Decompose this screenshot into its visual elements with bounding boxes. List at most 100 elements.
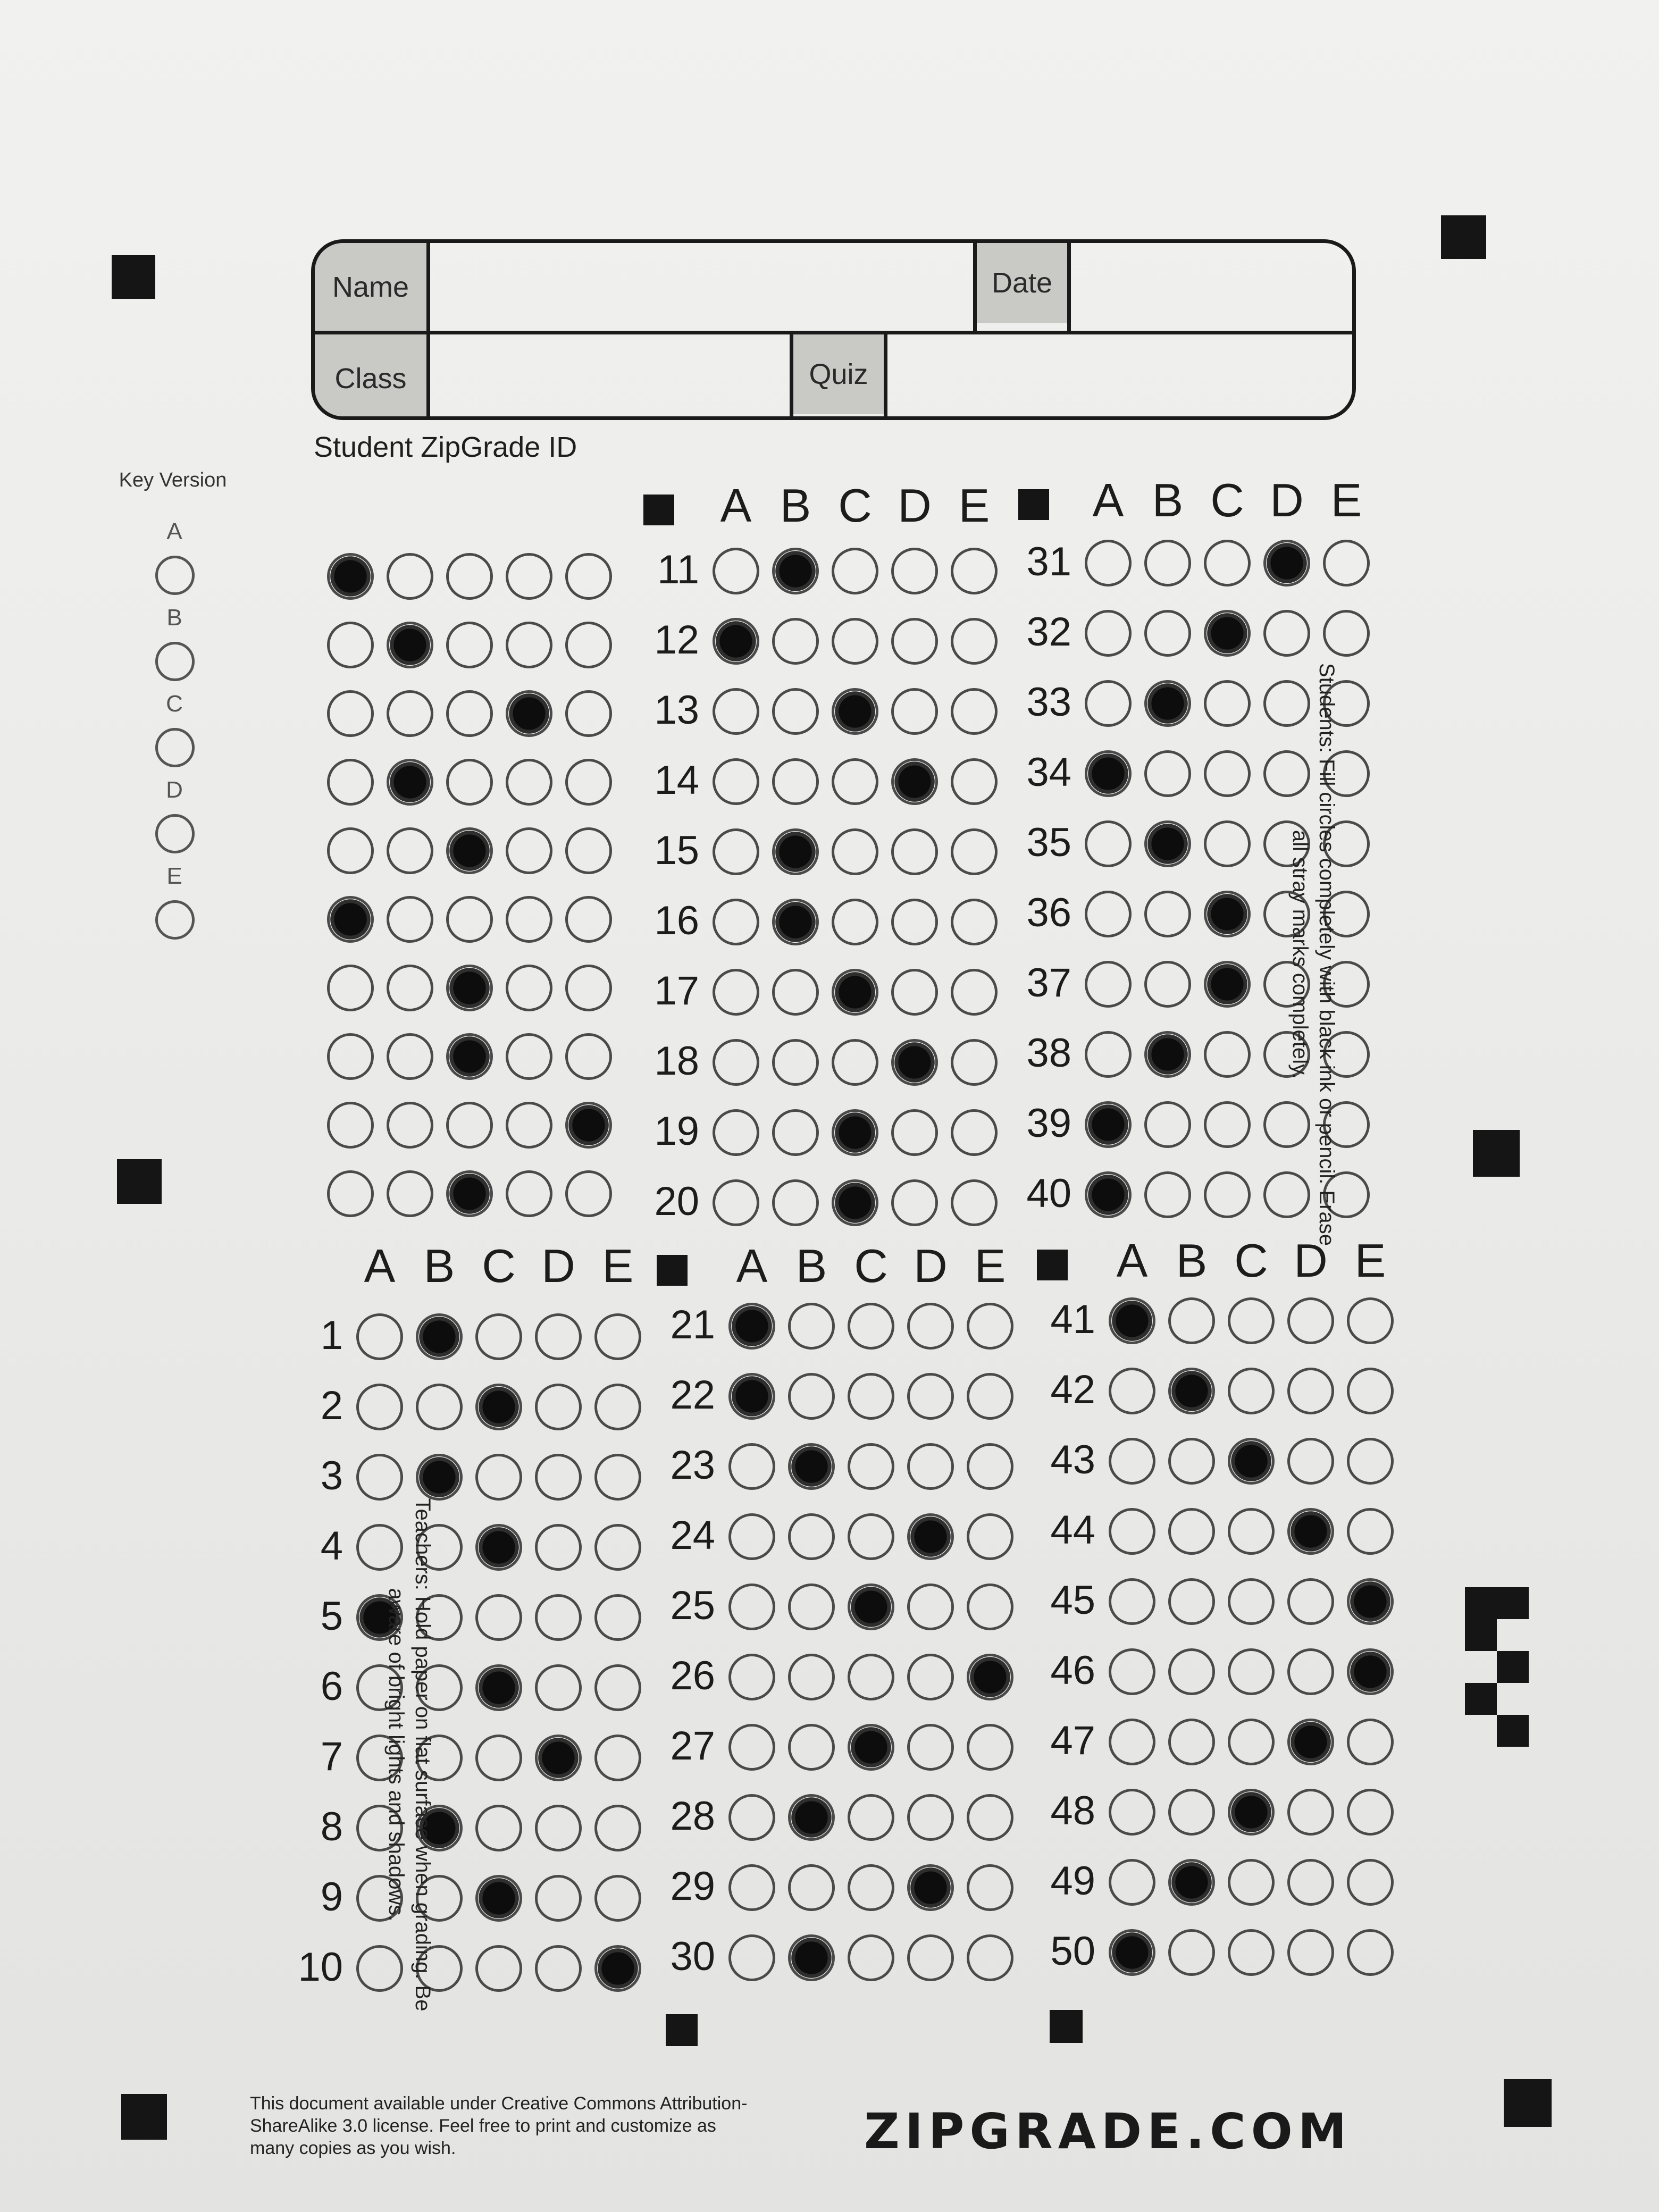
question-row-bubble-d[interactable] bbox=[891, 1179, 938, 1226]
id-row-bubble-e[interactable] bbox=[565, 1170, 612, 1217]
question-row-bubble-d[interactable] bbox=[1287, 1648, 1334, 1695]
id-row-bubble-e[interactable] bbox=[565, 1033, 612, 1080]
question-row-bubble-a[interactable] bbox=[728, 1583, 775, 1630]
question-row-bubble-c[interactable] bbox=[475, 1313, 522, 1360]
question-row-bubble-c[interactable] bbox=[832, 899, 878, 945]
key-version-bubble[interactable] bbox=[155, 556, 195, 595]
question-row-bubble-d[interactable] bbox=[907, 1794, 954, 1841]
question-row-bubble-b[interactable] bbox=[1168, 1368, 1215, 1414]
question-row-bubble-e[interactable] bbox=[594, 1735, 641, 1781]
id-row-bubble-b[interactable] bbox=[387, 1170, 433, 1217]
question-row-bubble-b[interactable] bbox=[1168, 1438, 1215, 1485]
question-row-bubble-c[interactable] bbox=[832, 548, 878, 594]
question-row-bubble-c[interactable] bbox=[1204, 891, 1251, 937]
question-row-bubble-a[interactable] bbox=[713, 899, 759, 945]
question-row-bubble-e[interactable] bbox=[1323, 610, 1370, 657]
id-row-bubble-a[interactable] bbox=[327, 1033, 374, 1080]
question-row-bubble-c[interactable] bbox=[832, 1039, 878, 1086]
id-row-bubble-c[interactable] bbox=[446, 553, 493, 600]
question-row-bubble-c[interactable] bbox=[1228, 1438, 1275, 1485]
question-row-bubble-a[interactable] bbox=[1085, 961, 1132, 1008]
id-row-bubble-c[interactable] bbox=[446, 827, 493, 874]
id-row-bubble-a[interactable] bbox=[327, 827, 374, 874]
question-row-bubble-e[interactable] bbox=[967, 1303, 1013, 1350]
id-row-bubble-c[interactable] bbox=[446, 622, 493, 668]
question-row-bubble-b[interactable] bbox=[1168, 1648, 1215, 1695]
question-row-bubble-c[interactable] bbox=[475, 1524, 522, 1571]
question-row-bubble-a[interactable] bbox=[713, 548, 759, 594]
question-row-bubble-e[interactable] bbox=[967, 1373, 1013, 1420]
question-row-bubble-a[interactable] bbox=[1109, 1859, 1155, 1906]
id-row-bubble-c[interactable] bbox=[446, 690, 493, 737]
question-row-bubble-a[interactable] bbox=[713, 828, 759, 875]
question-row-bubble-a[interactable] bbox=[728, 1794, 775, 1841]
id-row-bubble-e[interactable] bbox=[565, 896, 612, 943]
question-row-bubble-b[interactable] bbox=[772, 828, 819, 875]
id-row-bubble-e[interactable] bbox=[565, 553, 612, 600]
question-row-bubble-a[interactable] bbox=[728, 1934, 775, 1981]
question-row-bubble-c[interactable] bbox=[1204, 1171, 1251, 1218]
question-row-bubble-a[interactable] bbox=[1085, 680, 1132, 727]
question-row-bubble-e[interactable] bbox=[951, 1109, 998, 1156]
question-row-bubble-c[interactable] bbox=[832, 688, 878, 735]
id-row-bubble-e[interactable] bbox=[565, 827, 612, 874]
question-row-bubble-d[interactable] bbox=[891, 548, 938, 594]
question-row-bubble-b[interactable] bbox=[1168, 1929, 1215, 1976]
question-row-bubble-a[interactable] bbox=[713, 618, 759, 665]
question-row-bubble-b[interactable] bbox=[772, 969, 819, 1016]
question-row-bubble-c[interactable] bbox=[1204, 750, 1251, 797]
question-row-bubble-e[interactable] bbox=[967, 1724, 1013, 1771]
question-row-bubble-b[interactable] bbox=[1144, 610, 1191, 657]
question-row-bubble-b[interactable] bbox=[772, 548, 819, 594]
question-row-bubble-c[interactable] bbox=[475, 1594, 522, 1641]
question-row-bubble-b[interactable] bbox=[788, 1864, 835, 1911]
question-row-bubble-d[interactable] bbox=[1287, 1368, 1334, 1414]
question-row-bubble-b[interactable] bbox=[1144, 680, 1191, 727]
question-row-bubble-d[interactable] bbox=[1287, 1508, 1334, 1555]
question-row-bubble-e[interactable] bbox=[594, 1875, 641, 1922]
question-row-bubble-e[interactable] bbox=[951, 899, 998, 945]
question-row-bubble-a[interactable] bbox=[1085, 891, 1132, 937]
question-row-bubble-b[interactable] bbox=[416, 1384, 463, 1430]
question-row-bubble-d[interactable] bbox=[535, 1594, 582, 1641]
id-row-bubble-e[interactable] bbox=[565, 690, 612, 737]
question-row-bubble-a[interactable] bbox=[713, 969, 759, 1016]
question-row-bubble-e[interactable] bbox=[594, 1454, 641, 1501]
question-row-bubble-c[interactable] bbox=[848, 1654, 894, 1700]
question-row-bubble-b[interactable] bbox=[772, 618, 819, 665]
id-row-bubble-b[interactable] bbox=[387, 827, 433, 874]
question-row-bubble-d[interactable] bbox=[1287, 1297, 1334, 1344]
question-row-bubble-d[interactable] bbox=[907, 1303, 954, 1350]
question-row-bubble-d[interactable] bbox=[535, 1524, 582, 1571]
question-row-bubble-e[interactable] bbox=[951, 688, 998, 735]
question-row-bubble-a[interactable] bbox=[713, 1039, 759, 1086]
question-row-bubble-e[interactable] bbox=[594, 1384, 641, 1430]
question-row-bubble-d[interactable] bbox=[891, 688, 938, 735]
question-row-bubble-d[interactable] bbox=[891, 969, 938, 1016]
question-row-bubble-a[interactable] bbox=[1109, 1719, 1155, 1765]
question-row-bubble-b[interactable] bbox=[1144, 1171, 1191, 1218]
question-row-bubble-c[interactable] bbox=[1228, 1648, 1275, 1695]
id-row-bubble-d[interactable] bbox=[506, 827, 552, 874]
question-row-bubble-d[interactable] bbox=[1287, 1578, 1334, 1625]
question-row-bubble-e[interactable] bbox=[967, 1513, 1013, 1560]
question-row-bubble-e[interactable] bbox=[594, 1805, 641, 1851]
question-row-bubble-b[interactable] bbox=[1168, 1789, 1215, 1836]
id-row-bubble-a[interactable] bbox=[327, 690, 374, 737]
id-row-bubble-e[interactable] bbox=[565, 1102, 612, 1149]
question-row-bubble-e[interactable] bbox=[594, 1594, 641, 1641]
id-row-bubble-d[interactable] bbox=[506, 690, 552, 737]
question-row-bubble-d[interactable] bbox=[1287, 1789, 1334, 1836]
question-row-bubble-e[interactable] bbox=[951, 828, 998, 875]
question-row-bubble-a[interactable] bbox=[713, 1109, 759, 1156]
id-row-bubble-c[interactable] bbox=[446, 965, 493, 1011]
question-row-bubble-e[interactable] bbox=[1347, 1789, 1394, 1836]
question-row-bubble-c[interactable] bbox=[832, 969, 878, 1016]
question-row-bubble-d[interactable] bbox=[535, 1664, 582, 1711]
question-row-bubble-c[interactable] bbox=[1228, 1859, 1275, 1906]
question-row-bubble-c[interactable] bbox=[832, 618, 878, 665]
key-version-bubble[interactable] bbox=[155, 642, 195, 681]
question-row-bubble-a[interactable] bbox=[1109, 1789, 1155, 1836]
question-row-bubble-b[interactable] bbox=[788, 1513, 835, 1560]
id-row-bubble-d[interactable] bbox=[506, 1102, 552, 1149]
